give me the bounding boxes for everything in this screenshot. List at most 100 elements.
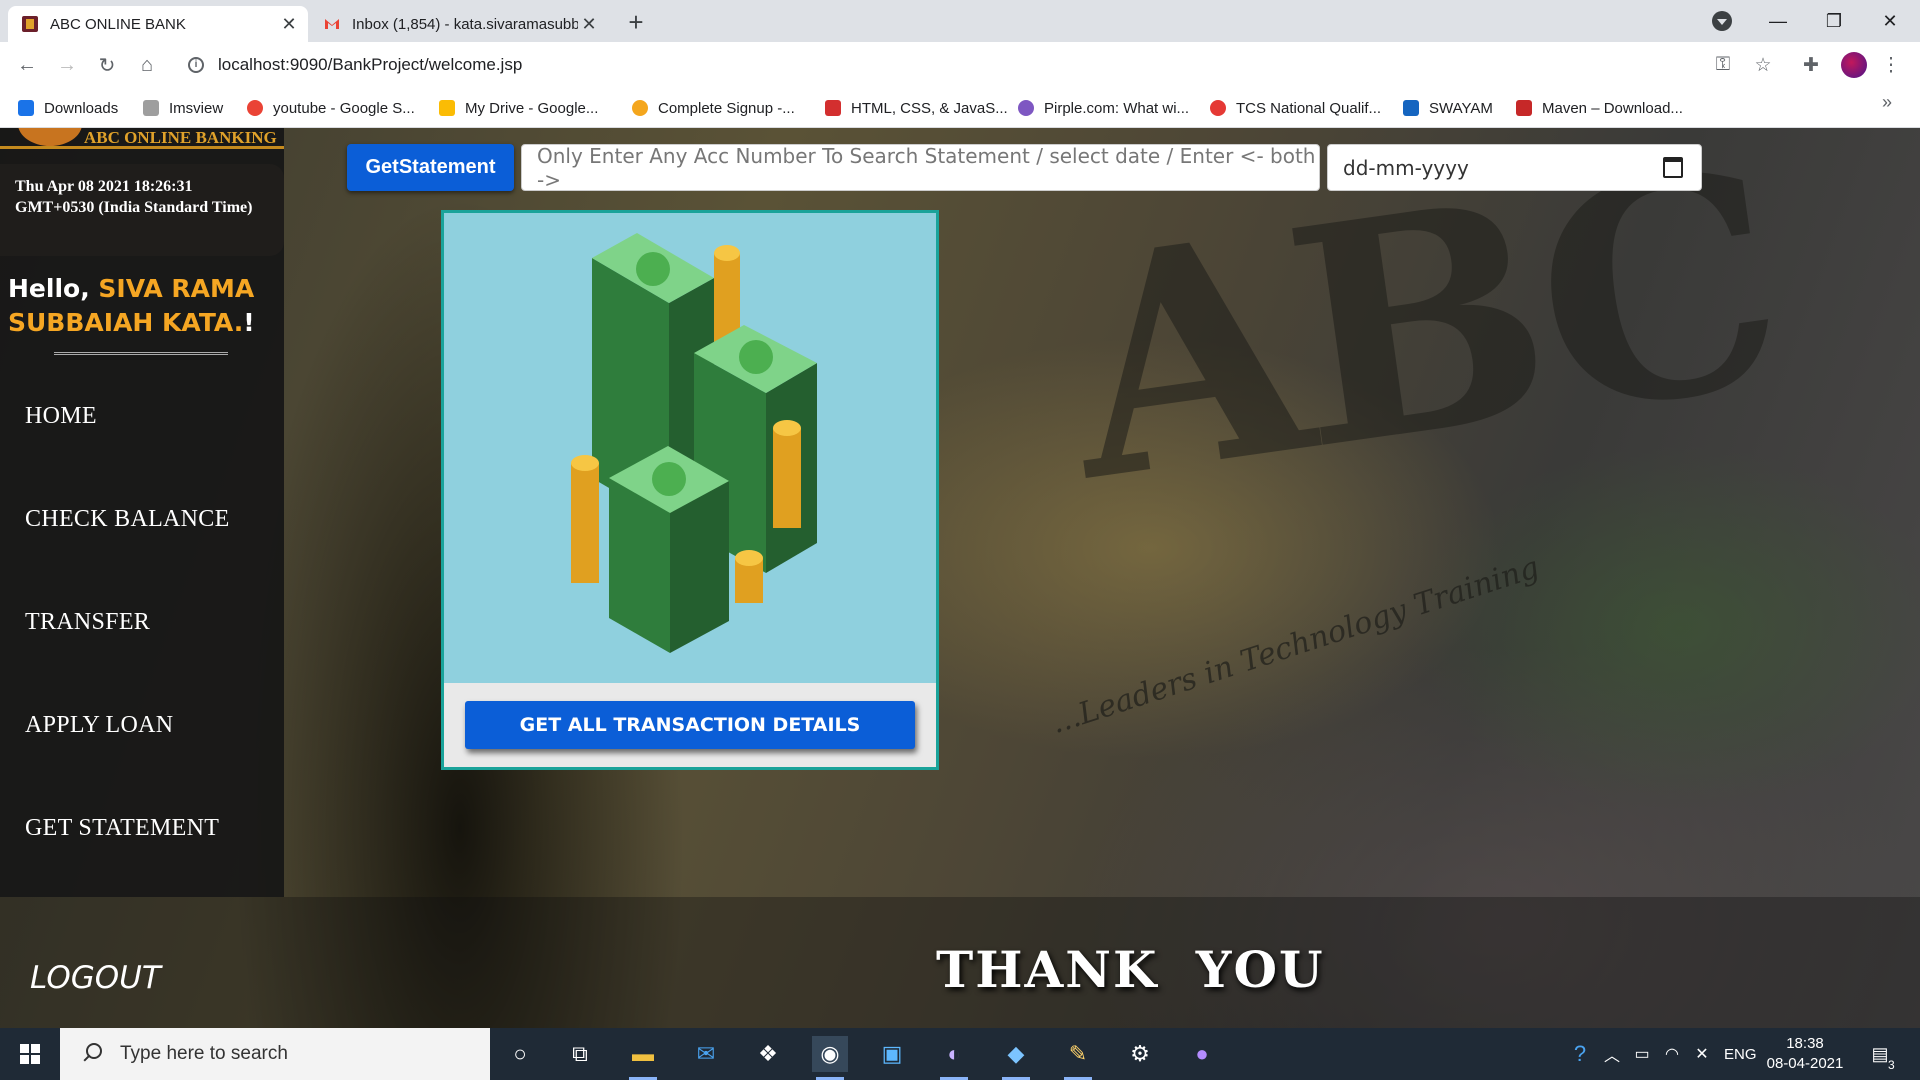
gmail-icon [325,19,339,29]
date-input[interactable]: dd-mm-yyyy [1327,144,1702,191]
bookmark-label: Imsview [169,99,224,117]
bookmark-label: Pirple.com: What wi... [1044,99,1190,117]
browser-tab-bar: ABC ONLINE BANK ✕ Inbox (1,854) - kata.s… [0,0,1920,42]
site-info-icon[interactable]: i [188,57,204,73]
start-button[interactable] [0,1028,60,1080]
bookmark-downloads[interactable]: Downloads [18,98,118,118]
key-icon[interactable]: ⚿ [1712,54,1734,76]
task-view-icon[interactable]: ⧉ [562,1036,598,1072]
bookmark-label: youtube - Google S... [273,99,415,117]
date-placeholder: dd-mm-yyyy [1343,155,1469,180]
home-button[interactable]: ⌂ [132,50,162,80]
minimize-button[interactable]: — [1750,0,1806,42]
windows-logo-icon [20,1044,40,1064]
get-all-transactions-button[interactable]: GET ALL TRANSACTION DETAILS [465,701,915,749]
date-time-display: Thu Apr 08 2021 18:26:31 GMT+0530 (India… [0,164,284,256]
close-icon[interactable]: ✕ [578,13,600,35]
power-icon [1210,100,1226,116]
cortana-icon[interactable]: ○ [502,1036,538,1072]
mail-icon[interactable]: ✉ [688,1036,724,1072]
browser-toolbar: ← → ↻ ⌂ i localhost:9090/BankProject/wel… [0,42,1920,88]
new-tab-button[interactable]: + [622,7,650,37]
nav-check-balance[interactable]: CHECK BALANCE [25,506,230,533]
clock-time: 18:38 [1786,1035,1824,1052]
settings-gear-icon[interactable]: ⚙ [1122,1036,1158,1072]
brand-title: ABC ONLINE BANKING [84,128,277,147]
money-illustration [444,213,936,683]
taskbar-search[interactable]: Type here to search [60,1028,490,1080]
tab-abc-online-bank[interactable]: ABC ONLINE BANK ✕ [8,6,308,42]
mysql-icon[interactable]: ◆ [998,1036,1034,1080]
restore-button[interactable]: ❐ [1806,0,1862,42]
bookmark-swayam[interactable]: SWAYAM [1403,98,1493,118]
bookmark-maven[interactable]: Maven – Download... [1516,98,1683,118]
bookmark-complete-signup[interactable]: Complete Signup -... [632,98,795,118]
extensions-icon[interactable]: ✚ [1800,54,1822,76]
clock-date: 08-04-2021 [1766,1055,1844,1072]
bookmark-label: HTML, CSS, & JavaS... [851,99,1008,117]
bookmark-label: Maven – Download... [1542,99,1683,117]
bookmark-label: SWAYAM [1429,99,1493,117]
thank-you-text: THANK YOU [936,940,1325,999]
logout-link[interactable]: LOGOUT [30,960,161,996]
nav-get-statement[interactable]: GET STATEMENT [25,815,219,842]
bookmark-youtube[interactable]: youtube - Google S... [247,98,415,118]
bookmark-label: Complete Signup -... [658,99,795,117]
app-icon-blue[interactable]: ▣ [874,1036,910,1072]
brand-logo [18,128,82,146]
bookmark-label: Downloads [44,99,119,117]
nav-home[interactable]: HOME [25,403,97,430]
bookmark-tcs[interactable]: TCS National Qualif... [1210,98,1381,118]
profile-avatar[interactable] [1841,52,1867,78]
tab-title: ABC ONLINE BANK [50,15,186,33]
bank-favicon-icon [22,16,38,32]
more-bookmarks-icon[interactable]: » [1882,92,1892,113]
help-icon[interactable]: ? [1562,1036,1598,1072]
bank-page: ABC ...Leaders in Technology Training AB… [0,128,1920,1028]
eclipse-icon[interactable]: ◐ [936,1036,972,1080]
bookmark-my-drive[interactable]: My Drive - Google... [439,98,598,118]
close-window-button[interactable]: ✕ [1862,0,1918,42]
page-icon [143,100,159,116]
nav-apply-loan[interactable]: APPLY LOAN [25,712,173,739]
greeting-text: Hello, [8,274,99,303]
greeting: Hello, SIVA RAMA SUBBAIAH KATA.! [0,272,284,340]
bookmarks-bar: Downloads Imsview youtube - Google S... … [0,88,1920,128]
bookmark-label: My Drive - Google... [465,99,599,117]
account-search-input[interactable]: Only Enter Any Acc Number To Search Stat… [521,144,1320,192]
bookmark-star-icon[interactable]: ☆ [1752,54,1774,76]
bookmark-html-css[interactable]: HTML, CSS, & JavaS... [825,98,1008,118]
github-icon[interactable]: ● [1184,1036,1220,1072]
forward-button[interactable]: → [52,50,82,80]
calendar-icon[interactable] [1663,157,1683,178]
get-statement-button[interactable]: GetStatement [347,144,514,191]
menu-kebab-icon[interactable]: ⋮ [1880,54,1902,76]
bookmark-label: TCS National Qualif... [1236,99,1382,117]
tab-search-icon[interactable] [1712,11,1732,31]
volume-muted-icon[interactable]: ✕ [1684,1036,1720,1072]
address-bar[interactable]: i localhost:9090/BankProject/welcome.jsp [176,48,1756,82]
language-indicator[interactable]: ENG [1724,1028,1757,1080]
dropbox-icon[interactable]: ❖ [750,1036,786,1072]
chrome-icon[interactable]: ◉ [812,1036,848,1080]
back-button[interactable]: ← [12,50,42,80]
reload-button[interactable]: ↻ [92,50,122,80]
greeting-end: ! [243,308,255,337]
notification-count: 3 [1888,1058,1895,1072]
bookmark-pirple[interactable]: Pirple.com: What wi... [1018,98,1189,118]
notepad-icon[interactable]: ✎ [1060,1036,1096,1080]
taskbar-search-placeholder: Type here to search [120,1043,288,1064]
file-explorer-icon[interactable]: ▬ [625,1036,661,1080]
feather-icon [1516,100,1532,116]
tab-gmail-inbox[interactable]: Inbox (1,854) - kata.sivaramasubb ✕ [310,6,608,42]
pirple-icon [1018,100,1034,116]
address-url: localhost:9090/BankProject/welcome.jsp [218,55,523,74]
money-stacks-image [571,233,817,653]
transactions-card: GET ALL TRANSACTION DETAILS [441,210,939,770]
background-photo-tagline: ...Leaders in Technology Training [1047,549,1544,742]
close-icon[interactable]: ✕ [278,13,300,35]
nav-transfer[interactable]: TRANSFER [25,609,150,636]
google-icon [247,100,263,116]
bookmark-imsview[interactable]: Imsview [143,98,223,118]
taskbar-clock[interactable]: 18:38 08-04-2021 [1760,1034,1850,1074]
